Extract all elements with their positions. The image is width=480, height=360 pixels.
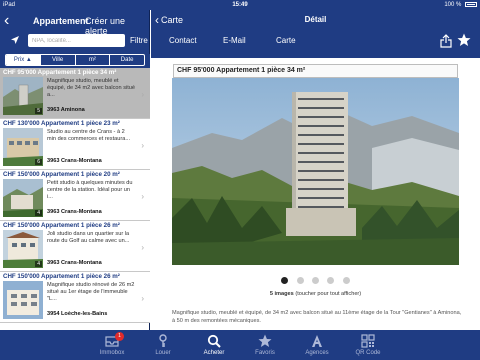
detail-tabs: Contact E-Mail Carte: [151, 36, 480, 50]
tab-rent[interactable]: Louer: [139, 330, 187, 360]
chevron-right-icon: ›: [141, 243, 144, 252]
tab-agencies[interactable]: Agences: [293, 330, 341, 360]
location-arrow-icon[interactable]: [10, 35, 20, 45]
tab-qr-code[interactable]: QR Code: [344, 330, 392, 360]
results-list: CHF 95'000 Appartement 1 pièce 34 m² 5 M…: [0, 68, 150, 330]
sort-date-button[interactable]: Date: [109, 55, 144, 65]
filter-button[interactable]: Filtre: [130, 36, 148, 45]
photo-count: 4: [35, 261, 42, 267]
listing-description: Magnifique studio, meublé et équipé, de …: [172, 310, 462, 324]
search-icon: [207, 334, 221, 348]
listing-title: CHF 95'000 Appartement 1 pièce 34 m²: [173, 64, 458, 78]
item-thumbnail: 6: [3, 128, 43, 166]
key-icon: [159, 334, 167, 347]
item-description: Petit studio à quelques minutes du centr…: [47, 180, 133, 200]
tab-label: Acheter: [203, 350, 225, 356]
item-thumbnail: [3, 281, 43, 319]
page-title: Détail: [304, 15, 327, 24]
pagination-dot[interactable]: [281, 277, 289, 284]
back-chevron-icon[interactable]: ‹: [4, 13, 9, 29]
item-description: Studio au centre de Crans - à 2 min des …: [47, 129, 131, 142]
results-header: ‹ Appartement Créer une alerte Filtre: [0, 10, 149, 58]
chevron-right-icon: ›: [141, 90, 144, 99]
item-thumbnail: 4: [3, 230, 43, 268]
star-icon: [258, 334, 272, 347]
clock: 15:49: [232, 2, 248, 8]
tab-buy[interactable]: Acheter: [190, 330, 238, 360]
favorite-star-icon[interactable]: [457, 33, 471, 47]
tab-label: Agences: [305, 350, 329, 356]
search-input[interactable]: [28, 34, 125, 47]
tab-map[interactable]: Carte: [276, 36, 296, 45]
sort-area-button[interactable]: m²: [74, 55, 110, 65]
images-count-link[interactable]: 5 images (toucher pour tout afficher): [151, 291, 480, 297]
item-location: 3963 Crans-Montana: [47, 260, 102, 266]
list-item[interactable]: CHF 150'000 Appartement 1 pièce 26 m² 4 …: [0, 221, 150, 272]
list-item[interactable]: CHF 150'000 Appartement 1 pièce 26 m² Ma…: [0, 272, 150, 323]
tab-label: Immobox: [99, 350, 125, 356]
photo-pagination[interactable]: [151, 271, 480, 289]
item-thumbnail: 4: [3, 179, 43, 217]
item-description: Magnifique studio rénové de 26 m2 situé …: [47, 282, 135, 302]
pagination-dot[interactable]: [312, 277, 319, 284]
item-title: CHF 150'000 Appartement 1 pièce 26 m²: [3, 273, 120, 280]
tab-favorites[interactable]: Favoris: [241, 330, 289, 360]
chevron-right-icon: ›: [141, 294, 144, 303]
qr-code-icon: [361, 334, 375, 348]
tab-contact[interactable]: Contact: [169, 36, 197, 45]
listing-photo[interactable]: [172, 78, 459, 265]
status-bar: iPad 15:49 100 %: [0, 0, 480, 10]
chevron-right-icon: ›: [141, 141, 144, 150]
images-count: 5 images: [269, 291, 294, 297]
detail-content: CHF 95'000 Appartement 1 pièce 34 m² 5 i…: [151, 58, 480, 330]
detail-pane: ‹ Carte Détail Contact E-Mail Carte CHF 9…: [151, 10, 480, 330]
notification-badge: 1: [115, 332, 124, 341]
pagination-dot[interactable]: [296, 277, 304, 284]
battery-indicator: 100 %: [444, 0, 477, 10]
bottom-tab-bar: 1 Immobox Louer Acheter Favoris Agences: [0, 330, 480, 360]
tab-label: Favoris: [255, 350, 275, 356]
list-item[interactable]: CHF 150'000 Appartement 1 pièce 20 m² 4 …: [0, 170, 150, 221]
sort-town-button[interactable]: Ville: [39, 55, 75, 65]
battery-percent: 100 %: [444, 2, 462, 8]
item-location: 3954 Loèche-les-Bains: [47, 311, 108, 317]
item-location: 3963 Crans-Montana: [47, 158, 102, 164]
photo-count: 5: [35, 108, 42, 114]
item-location: 3963 Crans-Montana: [47, 209, 102, 215]
share-icon[interactable]: [440, 34, 452, 48]
item-title: CHF 130'000 Appartement 1 pièce 23 m²: [3, 120, 120, 127]
tab-email[interactable]: E-Mail: [223, 36, 246, 45]
list-item[interactable]: CHF 130'000 Appartement 1 pièce 23 m² 6 …: [0, 119, 150, 170]
pagination-dot[interactable]: [342, 277, 350, 284]
agency-icon: [312, 335, 322, 347]
item-title: CHF 150'000 Appartement 1 pièce 20 m²: [3, 171, 120, 178]
photo-count: 6: [35, 159, 42, 165]
tab-immobox[interactable]: 1 Immobox: [88, 330, 136, 360]
images-hint: (toucher pour tout afficher): [295, 291, 362, 297]
item-title: CHF 95'000 Appartement 1 pièce 34 m²: [3, 69, 117, 76]
pagination-dot[interactable]: [327, 277, 335, 284]
photo-count: 4: [35, 210, 42, 216]
tab-label: QR Code: [355, 350, 381, 356]
tab-label: Louer: [155, 350, 171, 356]
results-title: Appartement: [33, 16, 89, 26]
list-item[interactable]: CHF 95'000 Appartement 1 pièce 34 m² 5 M…: [0, 68, 150, 119]
battery-icon: [465, 1, 477, 7]
sort-price-button[interactable]: Prix ▲: [6, 55, 40, 65]
sort-bar: Prix ▲ Ville m² Date: [0, 54, 150, 68]
chevron-right-icon: ›: [141, 192, 144, 201]
item-thumbnail: 5: [3, 77, 43, 115]
detail-header: ‹ Carte Détail Contact E-Mail Carte: [151, 10, 480, 58]
item-title: CHF 150'000 Appartement 1 pièce 26 m²: [3, 222, 120, 229]
item-location: 3963 Aminona: [47, 107, 85, 113]
sort-segmented-control: Prix ▲ Ville m² Date: [5, 54, 145, 66]
item-description: Joli studio dans un quartier sur la rout…: [47, 231, 130, 244]
results-pane: ‹ Appartement Créer une alerte Filtre Pr…: [0, 10, 150, 330]
item-description: Magnifique studio, meublé et équipé, de …: [47, 78, 135, 98]
